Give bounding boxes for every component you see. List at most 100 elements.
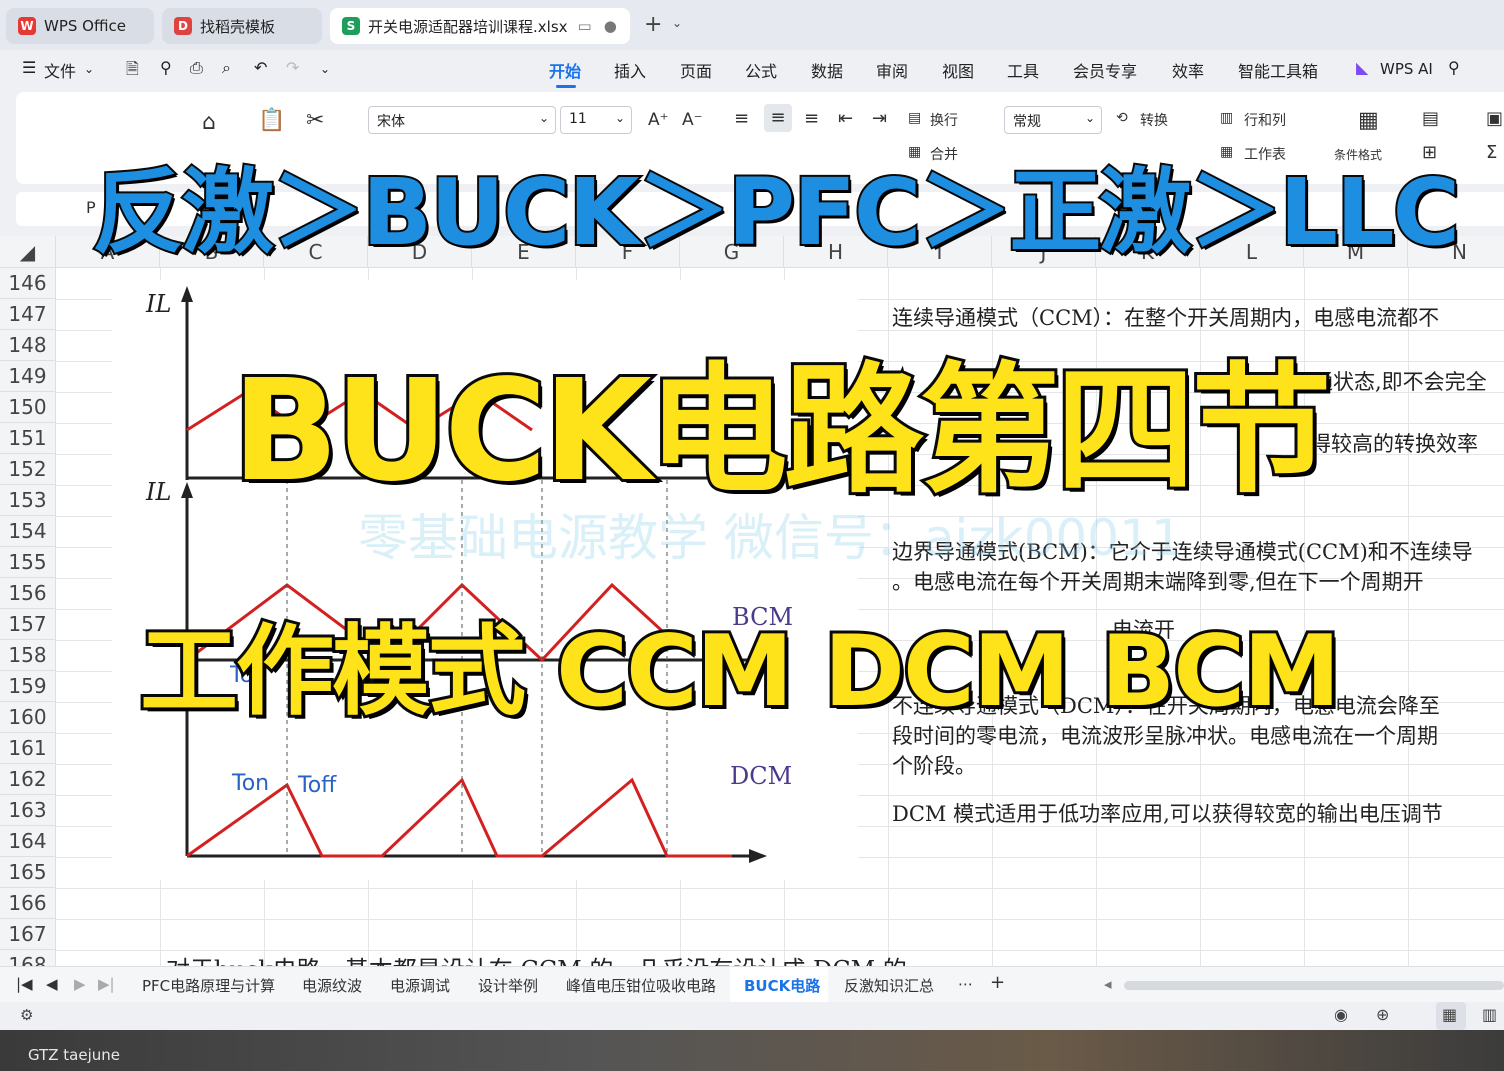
row-header[interactable]: 153 bbox=[0, 485, 56, 516]
row-header[interactable]: 150 bbox=[0, 392, 56, 423]
row-header[interactable]: 156 bbox=[0, 578, 56, 609]
macro-icon[interactable]: ⚙ bbox=[20, 1006, 33, 1024]
monitor-icon[interactable]: ▭ bbox=[578, 17, 592, 35]
menu-item-page[interactable]: 页面 bbox=[680, 58, 712, 82]
row-header[interactable]: 166 bbox=[0, 888, 56, 919]
tab-template[interactable]: D 找稻壳模板 bbox=[162, 8, 322, 44]
redo-icon[interactable]: ↷ bbox=[286, 58, 299, 77]
add-sheet-icon[interactable]: + bbox=[990, 972, 1005, 993]
row-header[interactable]: 152 bbox=[0, 454, 56, 485]
sum-icon[interactable]: Σ bbox=[1486, 142, 1497, 163]
menu-item-efficiency[interactable]: 效率 bbox=[1172, 58, 1204, 82]
dcm-text-line3[interactable]: 个阶段。 bbox=[892, 750, 976, 780]
align-top-icon[interactable]: ≡ bbox=[734, 108, 749, 129]
menu-item-member[interactable]: 会员专享 bbox=[1073, 58, 1137, 82]
paste-icon[interactable]: 📋 bbox=[258, 108, 285, 133]
sheet-tab-debug[interactable]: 电源调试 bbox=[390, 975, 450, 996]
chevron-down-icon[interactable]: ⌄ bbox=[672, 16, 682, 30]
menu-item-insert[interactable]: 插入 bbox=[614, 58, 646, 82]
fill-icon[interactable]: ▣ bbox=[1486, 108, 1503, 129]
row-header[interactable]: 154 bbox=[0, 516, 56, 547]
menu-item-start[interactable]: 开始 bbox=[549, 58, 581, 82]
conditional-format-icon[interactable]: ▦ bbox=[1358, 108, 1379, 133]
first-sheet-icon[interactable]: |◀ bbox=[16, 975, 33, 993]
font-name-select[interactable]: 宋体 ⌄ bbox=[368, 106, 556, 134]
search-icon[interactable]: ⚲ bbox=[1448, 58, 1460, 77]
font-size-select[interactable]: 11 ⌄ bbox=[560, 106, 632, 134]
page-view-icon[interactable]: ▥ bbox=[1482, 1005, 1497, 1024]
menu-icon[interactable]: ☰ bbox=[22, 58, 36, 77]
conclusion-text[interactable]: 对于buck电路，基本都是设计在 CCM 的，几乎没有设计成 DCM 的 bbox=[166, 950, 907, 966]
row-header[interactable]: 164 bbox=[0, 826, 56, 857]
sheet-tab-flyback[interactable]: 反激知识汇总 bbox=[844, 975, 934, 996]
row-header[interactable]: 159 bbox=[0, 671, 56, 702]
align-middle-icon[interactable]: ≡ bbox=[764, 104, 792, 132]
row-header[interactable]: 167 bbox=[0, 919, 56, 950]
row-header[interactable]: 146 bbox=[0, 268, 56, 299]
increase-font-icon[interactable]: A⁺ bbox=[648, 110, 669, 130]
new-tab-icon[interactable]: + bbox=[644, 12, 662, 37]
select-all-corner[interactable]: ◢ bbox=[0, 236, 56, 268]
menu-item-wps-ai[interactable]: WPS AI bbox=[1380, 60, 1433, 78]
more-chevron-icon[interactable]: ⌄ bbox=[320, 62, 330, 76]
tab-current-file[interactable]: S 开关电源适配器培训课程.xlsx ▭ ● bbox=[330, 8, 630, 44]
prev-sheet-icon[interactable]: ◀ bbox=[46, 975, 58, 993]
print-preview-icon[interactable]: ⌕ bbox=[222, 58, 231, 78]
horizontal-scrollbar[interactable] bbox=[1124, 981, 1504, 990]
ccm-text-line3[interactable]: 得较高的转换效率 bbox=[1310, 428, 1478, 458]
align-bottom-icon[interactable]: ≡ bbox=[804, 108, 819, 129]
close-tab-icon[interactable]: ● bbox=[604, 17, 617, 35]
sheet-tab-ripple[interactable]: 电源纹波 bbox=[302, 975, 362, 996]
row-header[interactable]: 165 bbox=[0, 857, 56, 888]
row-header[interactable]: 161 bbox=[0, 733, 56, 764]
decrease-indent-icon[interactable]: ⇤ bbox=[838, 108, 853, 129]
row-header[interactable]: 148 bbox=[0, 330, 56, 361]
next-sheet-icon[interactable]: ▶ bbox=[74, 975, 86, 993]
undo-icon[interactable]: ↶ bbox=[254, 58, 267, 77]
wrap-text-button[interactable]: 换行 bbox=[930, 110, 958, 130]
menu-item-review[interactable]: 审阅 bbox=[876, 58, 908, 82]
dcm-text-line4[interactable]: DCM 模式适用于低功率应用,可以获得较宽的输出电压调节 bbox=[892, 798, 1443, 828]
increase-indent-icon[interactable]: ⇥ bbox=[872, 108, 887, 129]
format-painter-icon[interactable]: ⌂ bbox=[202, 110, 216, 135]
row-header[interactable]: 149 bbox=[0, 361, 56, 392]
share-icon[interactable]: ⚲ bbox=[160, 58, 172, 77]
row-header[interactable]: 155 bbox=[0, 547, 56, 578]
more-sheets-icon[interactable]: ⋯ bbox=[958, 975, 973, 993]
row-header[interactable]: 151 bbox=[0, 423, 56, 454]
cut-icon[interactable]: ✂ bbox=[306, 108, 324, 133]
save-icon[interactable]: 🗎 bbox=[126, 58, 139, 85]
last-sheet-icon[interactable]: ▶| bbox=[98, 975, 115, 993]
menu-item-tools[interactable]: 工具 bbox=[1007, 58, 1039, 82]
menu-item-view[interactable]: 视图 bbox=[942, 58, 974, 82]
sheet-tab-pfc[interactable]: PFC电路原理与计算 bbox=[142, 975, 275, 996]
sheet-tab-buck[interactable]: BUCK电路 bbox=[744, 975, 820, 996]
row-header[interactable]: 147 bbox=[0, 299, 56, 330]
ccm-text-line2[interactable]: 通状态,即不会完全 bbox=[1312, 366, 1487, 396]
spreadsheet-logo-icon: S bbox=[342, 17, 360, 35]
row-header[interactable]: 158 bbox=[0, 640, 56, 671]
menu-item-smart-toolbox[interactable]: 智能工具箱 bbox=[1238, 58, 1318, 82]
row-header[interactable]: 157 bbox=[0, 609, 56, 640]
file-menu[interactable]: 文件 bbox=[44, 58, 76, 82]
number-format-value: 常规 bbox=[1013, 114, 1041, 130]
cell-style-icon[interactable]: ▤ bbox=[1422, 108, 1439, 129]
row-header[interactable]: 168 bbox=[0, 950, 56, 966]
rowcol-button[interactable]: 行和列 bbox=[1244, 110, 1286, 130]
eye-protection-icon[interactable]: ◉ bbox=[1334, 1005, 1348, 1024]
row-header[interactable]: 163 bbox=[0, 795, 56, 826]
row-header[interactable]: 160 bbox=[0, 702, 56, 733]
convert-button[interactable]: 转换 bbox=[1140, 110, 1168, 130]
normal-view-icon[interactable]: ▦ bbox=[1442, 1005, 1457, 1024]
sheet-tab-clamp[interactable]: 峰值电压钳位吸收电路 bbox=[566, 975, 716, 996]
focus-mode-icon[interactable]: ⊕ bbox=[1376, 1005, 1389, 1024]
sheet-tab-design[interactable]: 设计举例 bbox=[478, 975, 538, 996]
menu-item-data[interactable]: 数据 bbox=[811, 58, 843, 82]
scroll-left-icon[interactable]: ◂ bbox=[1104, 975, 1112, 993]
decrease-font-icon[interactable]: A⁻ bbox=[682, 110, 703, 130]
tab-wps-office[interactable]: W WPS Office bbox=[6, 8, 154, 44]
menu-item-formula[interactable]: 公式 bbox=[745, 58, 777, 82]
number-format-select[interactable]: 常规 ⌄ bbox=[1004, 106, 1102, 134]
print-icon[interactable]: ⎙ bbox=[190, 58, 203, 78]
row-header[interactable]: 162 bbox=[0, 764, 56, 795]
